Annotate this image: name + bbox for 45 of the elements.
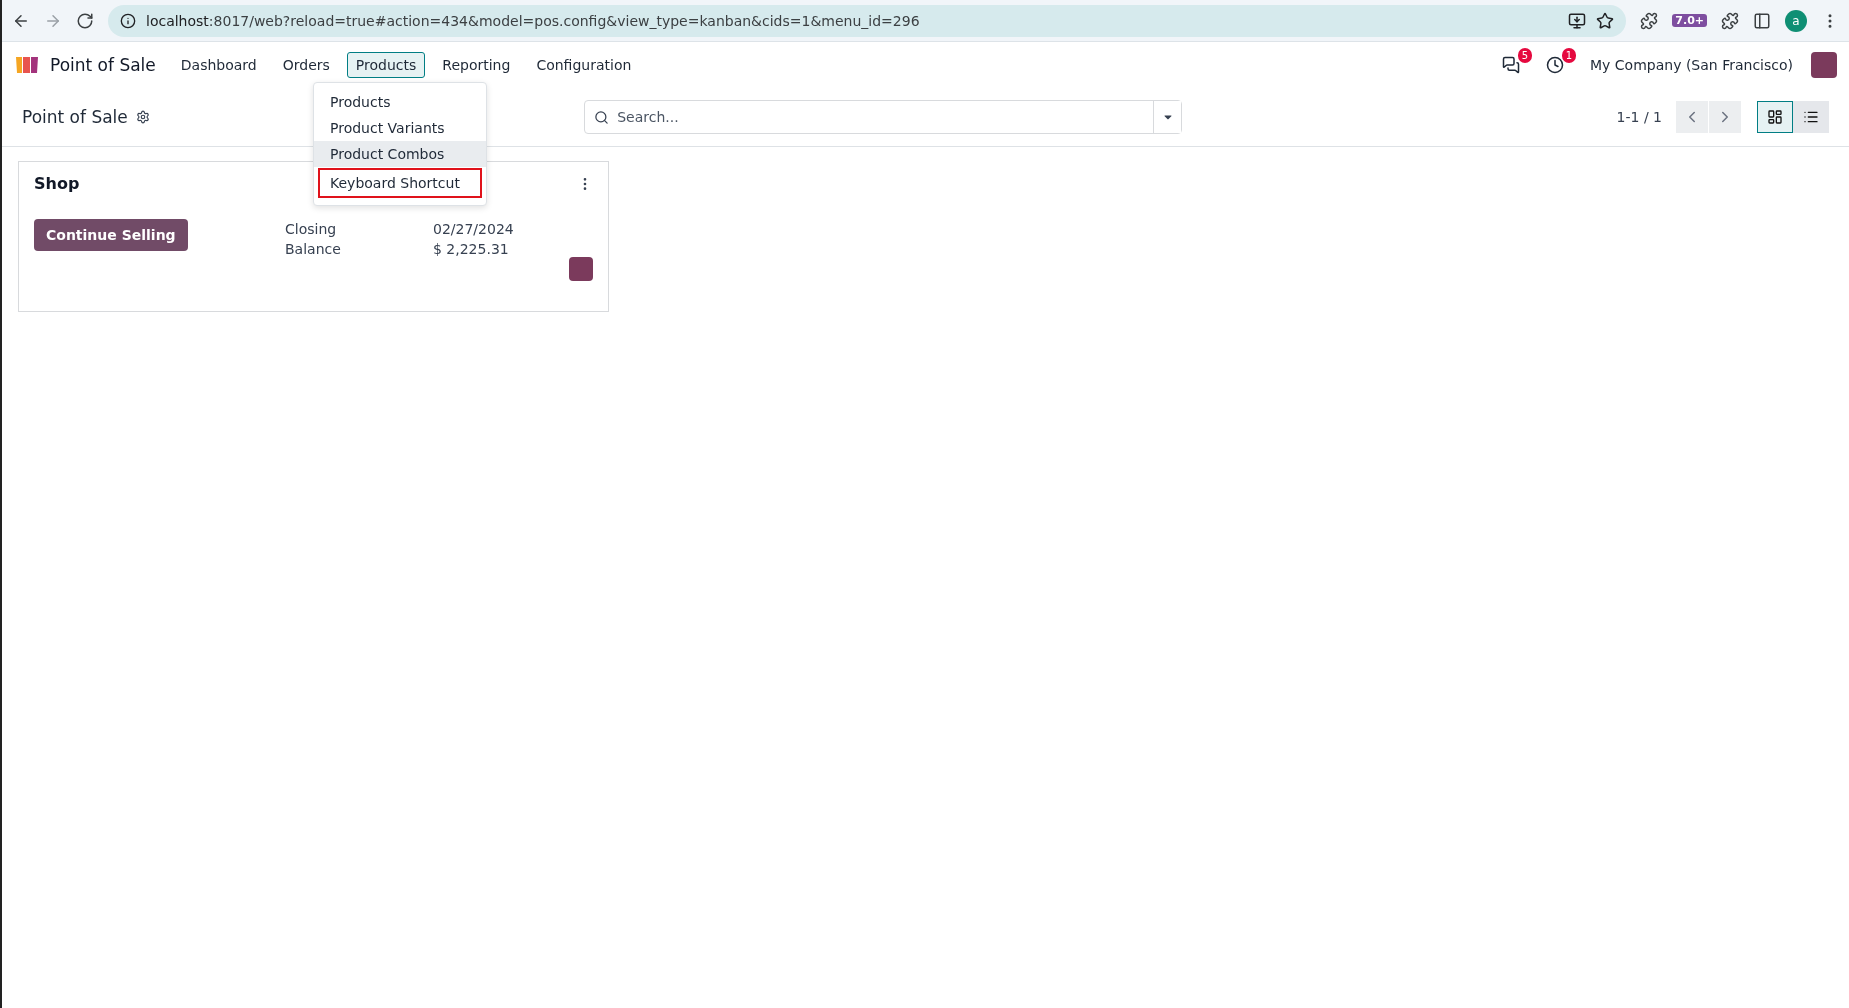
- list-view-button[interactable]: [1793, 101, 1829, 133]
- dropdown-item[interactable]: Keyboard Shortcut: [317, 167, 483, 199]
- kanban-icon: [1767, 109, 1783, 125]
- menu-tab[interactable]: Configuration: [527, 52, 641, 78]
- field-value: 02/27/2024: [433, 221, 515, 237]
- settings-icon[interactable]: [135, 110, 150, 124]
- menu-tab[interactable]: Orders: [273, 52, 339, 78]
- app-name[interactable]: Point of Sale: [50, 55, 156, 75]
- dropdown-item[interactable]: Product Variants: [314, 115, 486, 141]
- dropdown-item[interactable]: Products: [314, 89, 486, 115]
- extensions-icon[interactable]: [1721, 11, 1739, 30]
- card-title: Shop: [34, 174, 80, 193]
- list-icon: [1803, 109, 1819, 125]
- extension-icon[interactable]: [1640, 11, 1659, 30]
- install-icon[interactable]: [1568, 11, 1587, 30]
- menu-tab[interactable]: Reporting: [433, 52, 520, 78]
- company-name[interactable]: My Company (San Francisco): [1590, 57, 1793, 73]
- activity-count: 1: [1562, 48, 1577, 63]
- pager-value[interactable]: 1-1 / 1: [1616, 109, 1662, 125]
- side-panel-icon[interactable]: [1753, 11, 1771, 30]
- url-text: localhost:8017/web?reload=true#action=434&model=pos.config&view_type=kanban&cids=1&menu_id=296: [146, 12, 920, 29]
- continue-selling-button[interactable]: Continue Selling: [34, 219, 188, 251]
- field-value: $ 2,225.31: [433, 241, 510, 257]
- chat-icon[interactable]: [1502, 56, 1521, 74]
- bookmark-star-icon[interactable]: [1596, 11, 1615, 30]
- search-icon: [594, 109, 610, 125]
- field-label: Balance: [285, 241, 342, 257]
- info-icon[interactable]: [120, 12, 136, 29]
- user-avatar: [569, 257, 593, 281]
- field-label: Closing: [285, 221, 338, 237]
- page-title: Point of Sale: [22, 107, 128, 127]
- clock-icon[interactable]: [1546, 56, 1565, 74]
- search-input[interactable]: Search...: [615, 108, 1154, 126]
- address-bar[interactable]: localhost:8017/web?reload=true#action=434&model=pos.config&view_type=kanban&cids=1&menu_id=296: [108, 4, 1627, 37]
- message-count: 5: [1518, 48, 1533, 63]
- kanban-view-button[interactable]: [1757, 101, 1793, 133]
- menu-tab[interactable]: Dashboard: [171, 52, 266, 78]
- search-bar[interactable]: Search...: [584, 100, 1183, 134]
- extension-badge[interactable]: 7.0+: [1672, 14, 1707, 27]
- menu-tab[interactable]: Products: [346, 52, 426, 78]
- profile-avatar[interactable]: a: [1785, 9, 1807, 32]
- search-options-toggle[interactable]: [1153, 101, 1182, 133]
- app-logo-icon[interactable]: [14, 55, 40, 75]
- dropdown-item[interactable]: Product Combos: [314, 141, 486, 167]
- reload-icon[interactable]: [76, 11, 94, 30]
